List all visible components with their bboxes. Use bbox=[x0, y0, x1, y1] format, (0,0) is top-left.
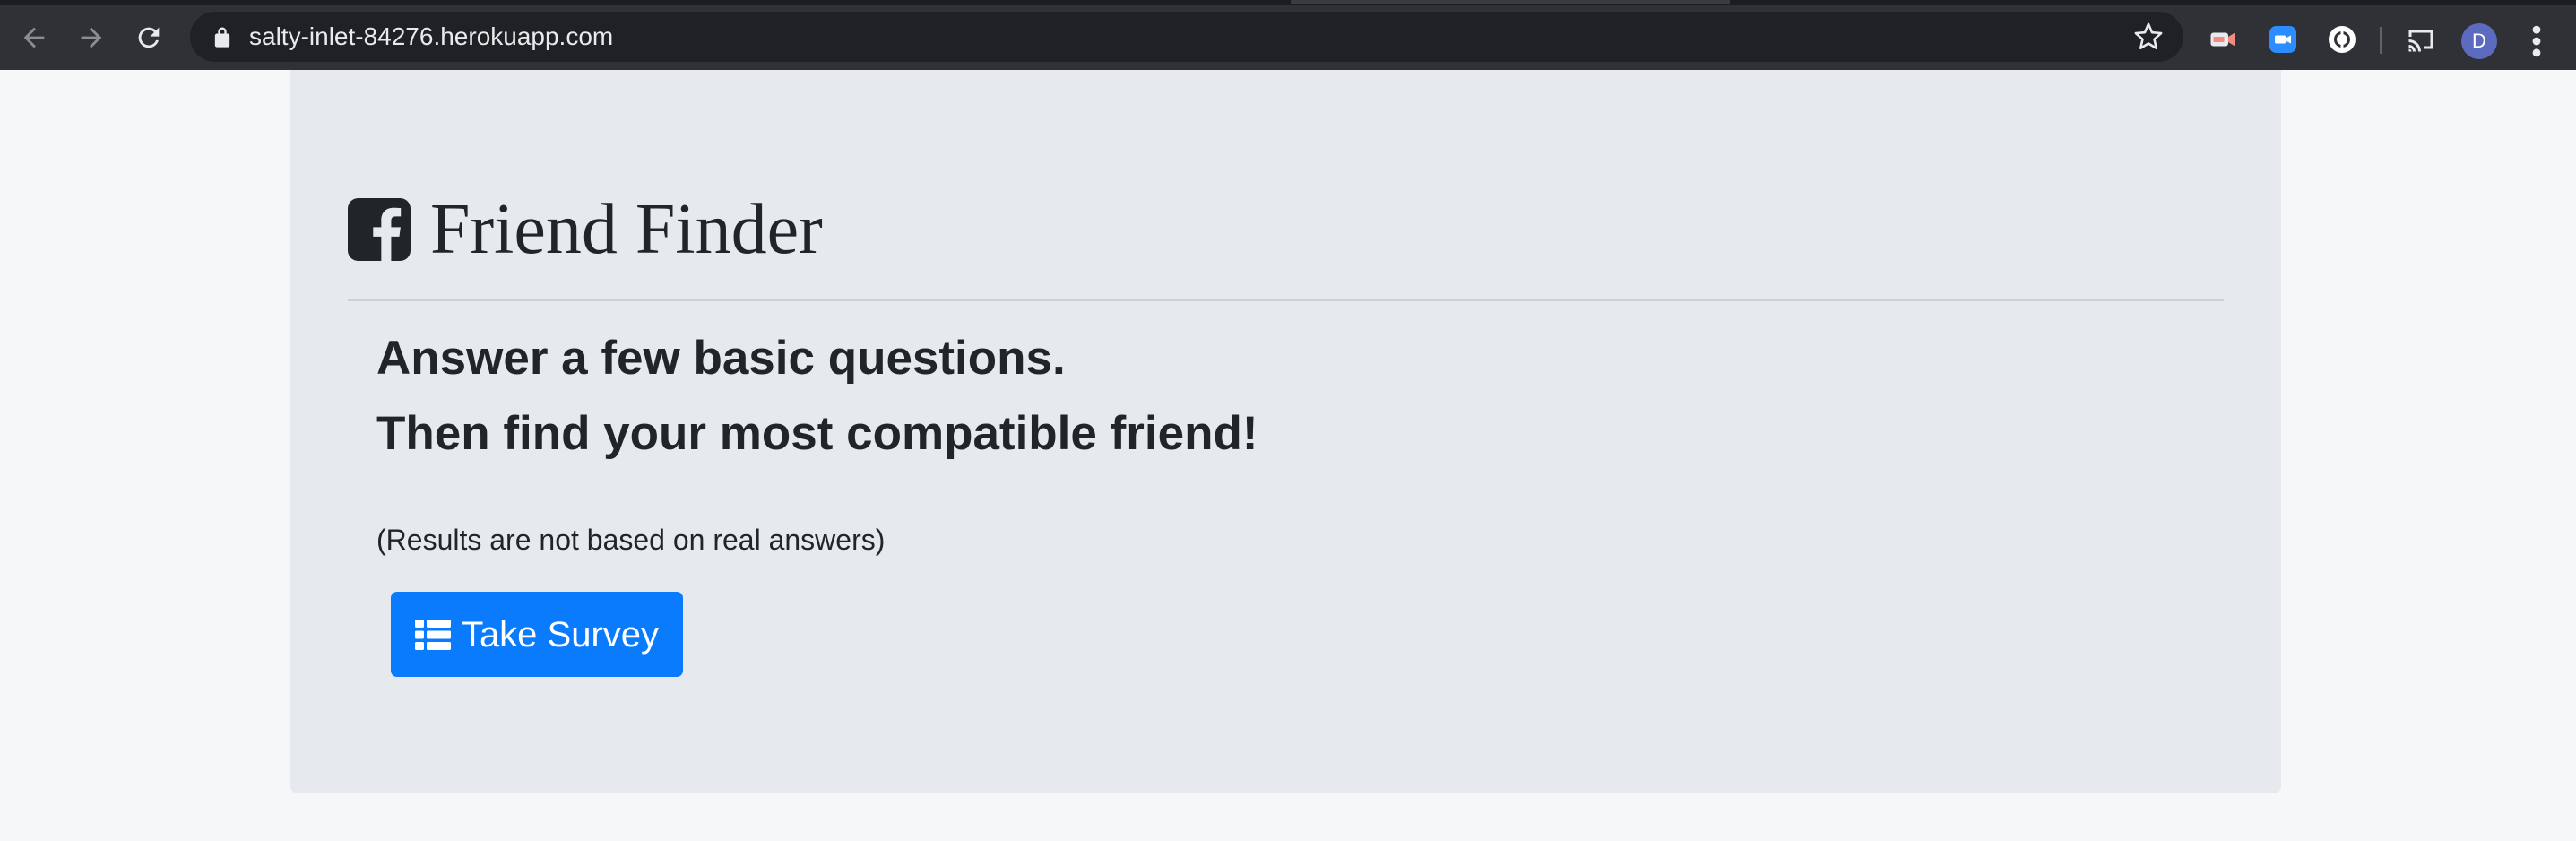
zoom-extension-icon bbox=[2269, 26, 2296, 53]
toolbar-divider bbox=[2380, 27, 2382, 54]
url-text: salty-inlet-84276.herokuapp.com bbox=[249, 22, 614, 50]
bookmark-star-icon[interactable] bbox=[2133, 22, 2164, 52]
take-survey-button[interactable]: Take Survey bbox=[391, 592, 683, 677]
back-arrow-icon bbox=[23, 27, 45, 48]
divider bbox=[348, 299, 2224, 301]
reload-icon bbox=[138, 27, 160, 48]
circle-extension-button[interactable] bbox=[2326, 23, 2358, 56]
lead-text-line2: Then find your most compatible friend! bbox=[376, 407, 1258, 460]
brand-header: Friend Finder bbox=[348, 194, 823, 265]
disclaimer-text: (Results are not based on real answers) bbox=[376, 524, 886, 556]
forward-arrow-icon bbox=[81, 27, 102, 48]
zoom-extension-button[interactable] bbox=[2267, 23, 2299, 56]
cast-button[interactable] bbox=[2405, 23, 2437, 56]
cast-icon bbox=[2408, 30, 2433, 52]
profile-avatar[interactable]: D bbox=[2461, 23, 2497, 59]
tab-indicator bbox=[1291, 0, 1730, 4]
lead-text-line1: Answer a few basic questions. bbox=[376, 332, 1066, 385]
kebab-menu-icon[interactable] bbox=[2524, 22, 2549, 61]
video-extension-button[interactable] bbox=[2207, 23, 2239, 56]
lock-icon bbox=[214, 27, 230, 48]
forward-button[interactable] bbox=[73, 18, 109, 57]
list-icon bbox=[414, 619, 451, 650]
address-bar[interactable]: salty-inlet-84276.herokuapp.com bbox=[190, 12, 2183, 62]
take-survey-label: Take Survey bbox=[461, 614, 660, 655]
page-title: Friend Finder bbox=[430, 190, 823, 269]
jumbotron: Friend Finder Answer a few basic questio… bbox=[290, 70, 2281, 793]
browser-toolbar: salty-inlet-84276.herokuapp.com D bbox=[0, 5, 2576, 70]
video-extension-icon bbox=[2210, 32, 2235, 47]
reload-button[interactable] bbox=[131, 18, 167, 57]
circle-extension-icon bbox=[2329, 26, 2356, 53]
facebook-square-icon bbox=[348, 198, 411, 261]
back-button[interactable] bbox=[16, 18, 52, 57]
